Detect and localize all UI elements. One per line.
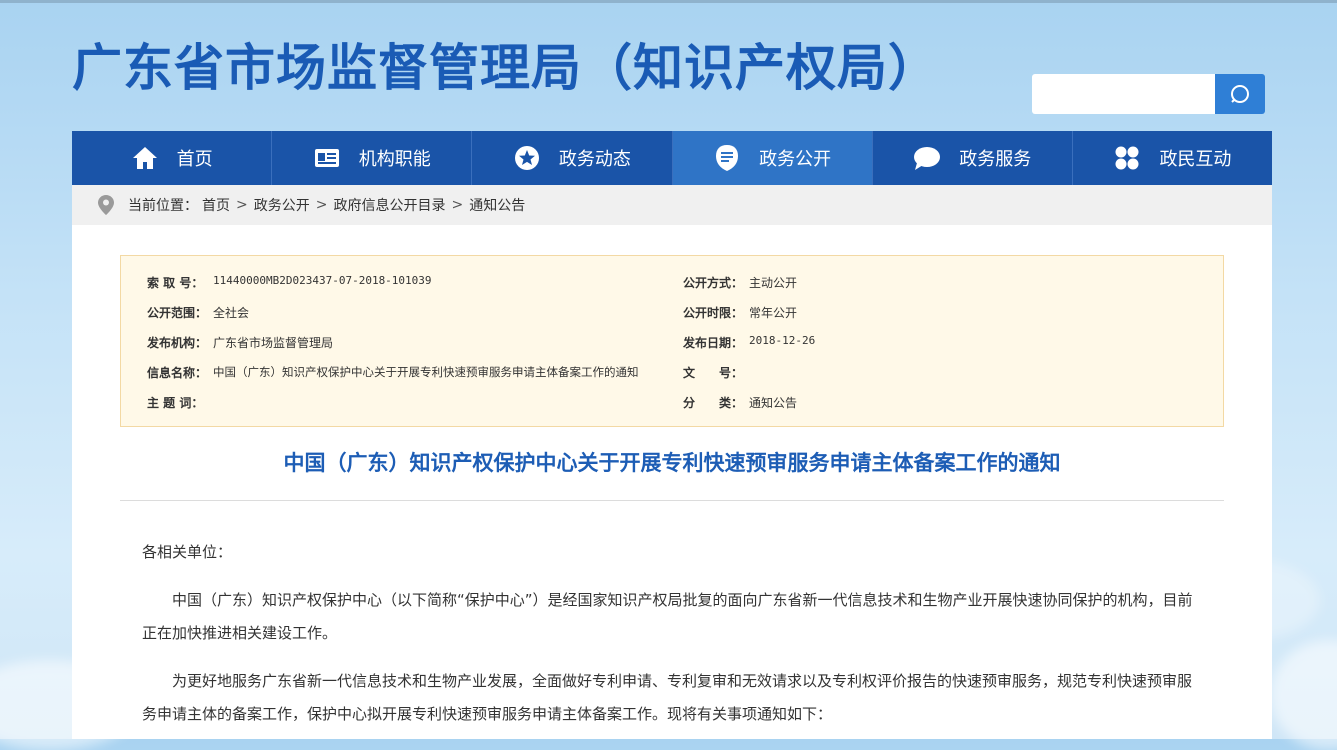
search-button[interactable] [1215,74,1265,114]
info-value: 2018-12-26 [749,334,816,347]
article-title: 中国（广东）知识产权保护中心关于开展专利快速预审服务申请主体备案工作的通知 [283,450,1061,475]
info-label: 分 类： [683,396,744,410]
info-row-method: 公开方式： 主动公开 [683,274,797,291]
search-icon [1231,85,1249,103]
info-label: 信息名称： [147,366,208,380]
info-row-scope: 公开范围： 全社会 [147,304,249,321]
breadcrumb-prefix: 当前位置： [128,198,198,214]
breadcrumb-separator: > [315,197,328,213]
info-value: 通知公告 [749,396,798,410]
main-nav: 首页 机构职能 政务动态 政务公开 政务服务 政民互动 [72,131,1272,185]
info-value: 11440000MB2D023437-07-2018-101039 [213,274,432,287]
info-label: 发布日期： [683,336,744,350]
nav-item-news[interactable]: 政务动态 [472,131,673,185]
info-row-date: 发布日期： 2018-12-26 [683,334,815,351]
article-paragraph: 为更好地服务广东省新一代信息技术和生物产业发展，全面做好专利申请、专利复审和无效… [142,672,1193,723]
info-row-doc-no: 文 号： [683,364,749,381]
info-row-subject: 主 题 词： [147,394,213,411]
nav-item-label: 政务服务 [959,149,1032,170]
info-value: 广东省市场监督管理局 [213,336,334,350]
top-border [0,0,1337,3]
nav-item-label: 首页 [176,149,213,170]
location-pin-icon [98,195,114,215]
info-row-category: 分 类： 通知公告 [683,394,797,411]
nav-item-home[interactable]: 首页 [72,131,273,185]
main-content: 当前位置： 首页 > 政务公开 > 政府信息公开目录 > 通知公告 索 取 号：… [72,185,1272,739]
search-box [1032,74,1265,114]
info-label: 公开方式： [683,276,744,290]
info-metadata-panel: 索 取 号： 11440000MB2D023437-07-2018-101039… [120,255,1224,427]
title-divider [120,500,1224,501]
article-salutation: 各相关单位： [142,543,233,561]
breadcrumb-link-home[interactable]: 首页 [202,195,230,215]
nav-item-label: 政务动态 [558,149,631,170]
info-row-period: 公开时限： 常年公开 [683,304,797,321]
article-paragraph: 中国（广东）知识产权保护中心（以下简称“保护中心”）是经国家知识产权局批复的面向… [142,591,1193,642]
nav-item-label: 机构职能 [358,149,431,170]
nav-item-services[interactable]: 政务服务 [873,131,1073,185]
chat-bubble-icon [913,144,941,172]
document-icon [713,144,741,172]
breadcrumb-separator: > [451,197,464,213]
info-row-index-no: 索 取 号： 11440000MB2D023437-07-2018-101039 [147,274,432,291]
nav-item-label: 政务公开 [759,149,832,170]
breadcrumb: 当前位置： 首页 > 政务公开 > 政府信息公开目录 > 通知公告 [72,185,1272,225]
info-value: 常年公开 [749,306,798,320]
info-label: 索 取 号： [147,276,204,290]
site-title: 广东省市场监督管理局（知识产权局） [72,39,939,97]
info-value: 主动公开 [749,276,798,290]
info-row-issuer: 发布机构： 广东省市场监督管理局 [147,334,333,351]
grid-icon [1113,144,1141,172]
breadcrumb-link-catalog[interactable]: 政府信息公开目录 [333,195,445,215]
search-input[interactable] [1032,74,1215,114]
breadcrumb-link-notices[interactable]: 通知公告 [469,195,525,215]
id-card-icon [313,144,341,172]
home-icon [131,144,159,172]
nav-item-organization[interactable]: 机构职能 [272,131,473,185]
info-label: 发布机构： [147,336,208,350]
info-label: 公开时限： [683,306,744,320]
breadcrumb-link-public-affairs[interactable]: 政务公开 [254,195,310,215]
nav-item-public-affairs[interactable]: 政务公开 [672,131,873,185]
breadcrumb-separator: > [236,197,248,213]
background-cloud [1270,640,1337,750]
nav-item-interaction[interactable]: 政民互动 [1073,131,1272,185]
nav-item-label: 政民互动 [1159,149,1232,170]
info-label: 公开范围： [147,306,208,320]
info-label: 文 号： [683,366,744,380]
info-label: 主 题 词： [147,396,204,410]
info-value: 中国（广东）知识产权保护中心关于开展专利快速预审服务申请主体备案工作的通知 [213,365,639,379]
star-icon [513,144,541,172]
info-value: 全社会 [213,306,250,320]
info-row-name: 信息名称： 中国（广东）知识产权保护中心关于开展专利快速预审服务申请主体备案工作… [147,364,639,381]
